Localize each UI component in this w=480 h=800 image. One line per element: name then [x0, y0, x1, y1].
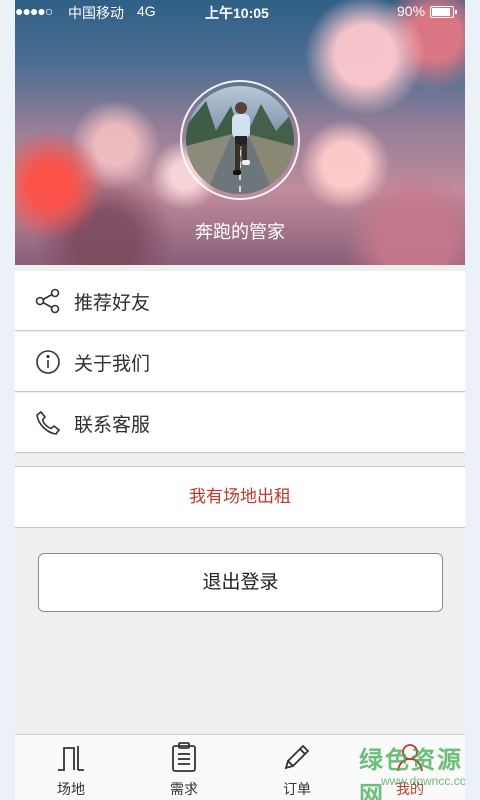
username: 奔跑的管家	[195, 222, 285, 243]
logout-button[interactable]: 退出登录	[38, 553, 443, 612]
menu-item-label: 联系客服	[74, 414, 151, 436]
network-type: 4G	[137, 3, 156, 19]
menu-item-label: 关于我们	[74, 353, 151, 375]
menu-item-label: 推荐好友	[74, 292, 151, 314]
venue-icon	[56, 742, 86, 772]
phone-icon	[35, 410, 61, 436]
menu-item-about[interactable]: 关于我们	[15, 332, 465, 392]
tab-label: 需求	[170, 782, 198, 798]
profile-header: ●●●●○ 中国移动 4G 上午10:05 90% 奔跑的管家	[15, 0, 465, 265]
battery-level: 90%	[397, 3, 426, 19]
signal-strength: ●●●●○	[15, 3, 53, 19]
tab-label: 场地	[57, 782, 85, 798]
tab-venue[interactable]: 场地	[31, 735, 111, 800]
status-time: 上午10:05	[205, 5, 269, 21]
share-icon	[35, 288, 61, 314]
app-screen: ●●●●○ 中国移动 4G 上午10:05 90% 奔跑的管家 推荐好友 关于我…	[15, 0, 465, 800]
tab-label: 订单	[283, 782, 311, 798]
menu-item-contact[interactable]: 联系客服	[15, 393, 465, 453]
menu-item-recommend[interactable]: 推荐好友	[15, 271, 465, 331]
tab-demand[interactable]: 需求	[144, 735, 224, 800]
tab-label: 我的	[396, 782, 424, 798]
battery-icon	[430, 6, 457, 18]
info-icon	[35, 349, 61, 375]
tab-bar: 场地 需求 订单 我的	[15, 734, 465, 800]
tab-orders[interactable]: 订单	[257, 735, 337, 800]
user-icon	[395, 742, 425, 772]
carrier-name: 中国移动	[68, 5, 124, 21]
pencil-icon	[282, 742, 312, 772]
rent-venue-button[interactable]: 我有场地出租	[15, 466, 465, 528]
tab-mine[interactable]: 我的	[370, 735, 450, 800]
avatar[interactable]	[186, 86, 294, 194]
clipboard-icon	[169, 742, 199, 772]
